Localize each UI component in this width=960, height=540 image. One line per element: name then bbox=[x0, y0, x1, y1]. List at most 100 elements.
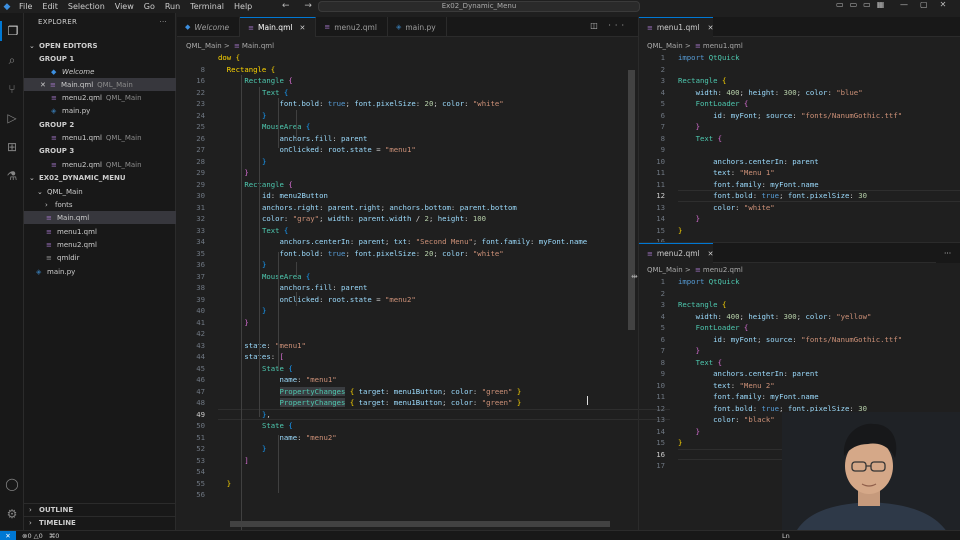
tree-file-menu2-qml[interactable]: ≡ menu2.qml bbox=[24, 238, 176, 251]
line-number: 45 bbox=[196, 363, 205, 373]
customize-layout-icon[interactable]: ▦ bbox=[877, 0, 885, 9]
tab-main-qml[interactable]: ≡ Main.qml ✕ bbox=[240, 17, 317, 37]
tab-menu2-qml-g3[interactable]: ≡ menu2.qml ✕ bbox=[639, 243, 713, 263]
command-center-search[interactable]: Ex02_Dynamic_Menu bbox=[318, 1, 640, 12]
open-editor-menu2-qml[interactable]: ≡ menu2.qml QML_Main bbox=[24, 91, 176, 104]
open-editor-main-py[interactable]: ◈ main.py bbox=[24, 104, 176, 117]
settings-gear-icon[interactable]: ⚙ bbox=[0, 504, 24, 524]
code-text: } bbox=[226, 478, 232, 488]
line-number: 51 bbox=[196, 432, 205, 442]
menu-bar: File Edit Selection View Go Run Terminal Help bbox=[14, 0, 257, 13]
open-editors-section[interactable]: ⌄ OPEN EDITORS bbox=[24, 39, 176, 52]
menu-terminal[interactable]: Terminal bbox=[185, 0, 229, 13]
toggle-secondary-sidebar-icon[interactable]: ▭ bbox=[863, 0, 871, 9]
code-text: } bbox=[261, 444, 267, 453]
menu-view[interactable]: View bbox=[110, 0, 139, 13]
close-window-icon[interactable]: ✕ bbox=[940, 0, 947, 9]
tree-file-menu1-qml[interactable]: ≡ menu1.qml bbox=[24, 225, 176, 238]
code-line: 38 anchors.fill: parent bbox=[177, 282, 629, 294]
vscode-logo-icon: ◆ bbox=[3, 1, 11, 12]
code-text: Text { bbox=[695, 133, 722, 143]
line-number: 27 bbox=[196, 145, 205, 154]
minimize-icon[interactable]: — bbox=[900, 0, 908, 9]
line-number: 32 bbox=[196, 214, 205, 223]
code-line: 49 }, bbox=[177, 408, 670, 420]
problems-count[interactable]: ⊗0 △0 bbox=[22, 532, 43, 540]
menu-edit[interactable]: Edit bbox=[37, 0, 63, 13]
line-number: 8 bbox=[200, 64, 205, 74]
horizontal-scrollbar[interactable] bbox=[230, 521, 610, 527]
editor-main-qml[interactable]: dow { 8 Rectangle {16 Rectangle {22 Text… bbox=[177, 52, 670, 540]
menu-selection[interactable]: Selection bbox=[63, 0, 110, 13]
line-number: 15 bbox=[656, 225, 665, 235]
code-line: 11 font.family: myFont.name bbox=[639, 391, 960, 403]
mouse-cursor-icon bbox=[587, 396, 588, 405]
open-editor-menu2-qml-g3[interactable]: ≡ menu2.qml QML_Main bbox=[24, 158, 176, 171]
open-editor-menu1-qml[interactable]: ≡ menu1.qml QML_Main bbox=[24, 131, 176, 144]
sash-grip-icon[interactable]: ⇹ bbox=[631, 272, 638, 281]
search-icon[interactable]: ⌕ bbox=[0, 50, 24, 70]
workspace-section[interactable]: ⌄ EX02_DYNAMIC_MENU bbox=[24, 171, 176, 184]
group-1-label[interactable]: GROUP 1 bbox=[24, 52, 176, 65]
close-tab-icon[interactable]: ✕ bbox=[708, 24, 714, 32]
tree-folder-qml-main[interactable]: ⌄ QML_Main bbox=[24, 185, 176, 198]
close-editor-icon[interactable]: ✕ bbox=[40, 81, 50, 89]
line-number: 38 bbox=[196, 283, 205, 292]
account-icon[interactable]: ◯ bbox=[0, 474, 24, 494]
qml-file-icon: ≡ bbox=[647, 249, 653, 258]
code-text: anchors.centerIn: parent bbox=[713, 156, 819, 166]
line-number: 31 bbox=[196, 202, 205, 212]
menu-file[interactable]: File bbox=[14, 0, 37, 13]
explorer-icon[interactable]: ❐ bbox=[0, 21, 24, 41]
menu-go[interactable]: Go bbox=[139, 0, 160, 13]
tab-menu1-qml[interactable]: ≡ menu1.qml ✕ bbox=[639, 17, 713, 37]
editor-menu1-qml[interactable]: 1 import QtQuick 2 3 Rectangle {4 width: 400… bbox=[639, 52, 960, 258]
timeline-section[interactable]: › TIMELINE bbox=[24, 516, 176, 529]
tree-file-main-qml[interactable]: ≡ Main.qml bbox=[24, 211, 176, 224]
testing-icon[interactable]: ⚗ bbox=[0, 166, 24, 186]
more-actions-icon[interactable]: ··· bbox=[159, 18, 167, 26]
outline-section[interactable]: › OUTLINE bbox=[24, 503, 176, 516]
more-actions-icon[interactable]: ··· bbox=[936, 243, 960, 263]
code-text: } bbox=[695, 214, 700, 223]
ports-count[interactable]: ⌘0 bbox=[49, 532, 60, 540]
editor-actions[interactable]: ◫ ··· bbox=[590, 21, 628, 30]
tree-folder-fonts[interactable]: › fonts bbox=[24, 198, 176, 211]
tab-welcome[interactable]: ◆ Welcome bbox=[177, 17, 241, 37]
run-debug-icon[interactable]: ▷ bbox=[0, 108, 24, 128]
group-3-label[interactable]: GROUP 3 bbox=[24, 144, 176, 157]
code-line: 55 } bbox=[177, 478, 629, 490]
code-line: 46 name: "menu1" bbox=[177, 374, 629, 386]
extensions-icon[interactable]: ⊞ bbox=[0, 137, 24, 157]
toggle-sidebar-icon[interactable]: ▭ bbox=[836, 0, 844, 9]
maximize-icon[interactable]: ▢ bbox=[920, 0, 928, 9]
tab-menu2-qml[interactable]: ≡ menu2.qml bbox=[316, 17, 388, 37]
code-text: color: "white" bbox=[713, 202, 775, 212]
menu-help[interactable]: Help bbox=[229, 0, 257, 13]
line-number: 24 bbox=[196, 110, 205, 120]
tree-file-main-py[interactable]: ◈ main.py bbox=[24, 265, 176, 278]
nav-arrows[interactable]: ← → bbox=[282, 1, 318, 11]
menu-run[interactable]: Run bbox=[160, 0, 185, 13]
code-text: Text { bbox=[261, 225, 289, 235]
close-tab-icon[interactable]: ✕ bbox=[299, 24, 305, 32]
line-number: 39 bbox=[196, 294, 205, 304]
group-2-label[interactable]: GROUP 2 bbox=[24, 118, 176, 131]
qml-file-icon: ≡ bbox=[234, 42, 240, 50]
line-number: 29 bbox=[196, 179, 205, 189]
code-text: font.family: myFont.name bbox=[713, 392, 819, 401]
code-text: Text { bbox=[695, 357, 722, 367]
close-tab-icon[interactable]: ✕ bbox=[708, 250, 714, 258]
file-icon: ≡ bbox=[46, 253, 52, 262]
code-line: 14 } bbox=[639, 213, 960, 225]
cursor-position[interactable]: Ln bbox=[782, 532, 790, 540]
source-control-icon[interactable]: ⑂ bbox=[0, 79, 24, 99]
open-editor-main-qml[interactable]: ✕ ≡ Main.qml QML_Main bbox=[24, 78, 176, 91]
tree-file-qmldir[interactable]: ≡ qmldir bbox=[24, 251, 176, 264]
remote-indicator[interactable]: ✕ bbox=[0, 530, 16, 540]
open-editor-welcome[interactable]: ◆ Welcome bbox=[24, 65, 176, 78]
toggle-panel-icon[interactable]: ▭ bbox=[850, 0, 858, 9]
vertical-scrollbar[interactable] bbox=[628, 70, 635, 330]
code-line: 1 import QtQuick bbox=[639, 52, 960, 64]
tab-main-py[interactable]: ◈ main.py bbox=[388, 17, 447, 37]
